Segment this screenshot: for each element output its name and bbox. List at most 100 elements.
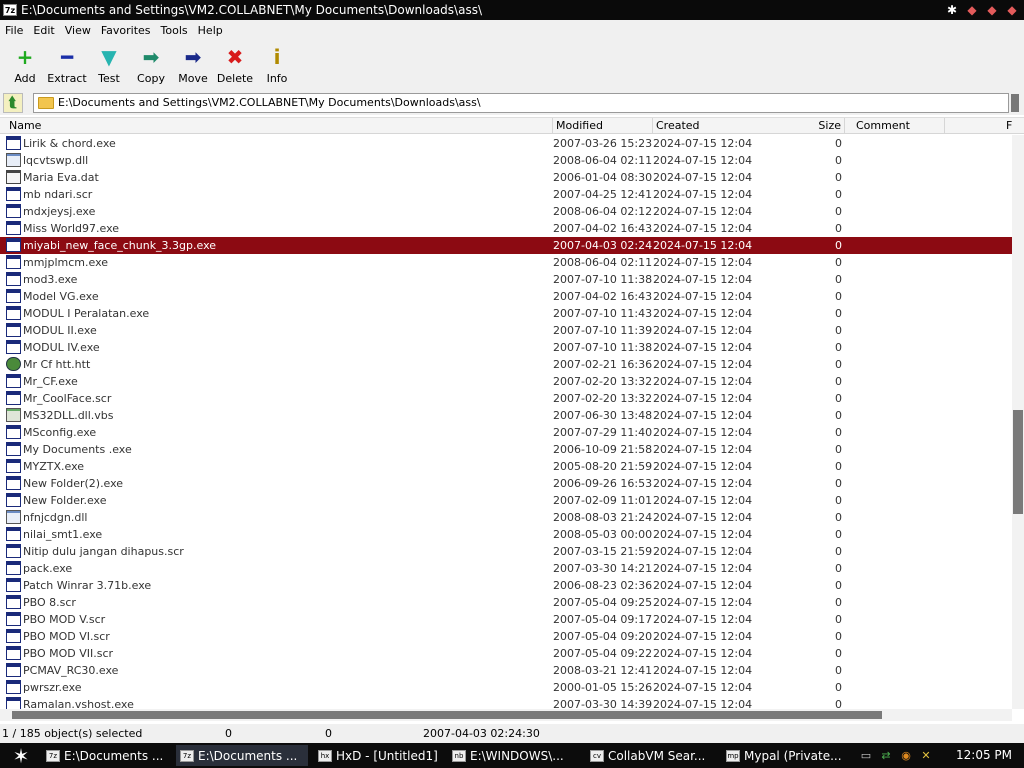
file-row[interactable]: nfnjcdgn.dll 2008-08-03 21:24 2024-07-15 1… [0,509,1012,526]
status-size-packed: 0 [325,727,332,740]
file-modified: 2008-06-04 02:11 [553,154,653,167]
file-created: 2024-07-15 12:04 [653,426,753,439]
toolbar-label: Extract [47,72,87,85]
file-row[interactable]: MS32DLL.dll.vbs 2007-06-30 13:48 2024-07-1… [0,407,1012,424]
exe-file-icon [6,544,21,558]
file-row[interactable]: PCMAV_RC30.exe 2008-03-21 12:41 2024-07-15… [0,662,1012,679]
file-row[interactable]: Mr Cf htt.htt 2007-02-21 16:36 2024-07-15 … [0,356,1012,373]
taskbar-button[interactable]: nb E:\WINDOWS\... [448,745,582,766]
file-row[interactable]: lqcvtswp.dll 2008-06-04 02:11 2024-07-15 1… [0,152,1012,169]
exe-file-icon [6,595,21,609]
menu-file[interactable]: File [0,24,28,37]
horizontal-scrollbar[interactable] [0,709,1012,721]
column-extra[interactable]: F [1003,118,1023,134]
taskbar-button[interactable]: 7z E:\Documents ... [42,745,172,766]
file-row[interactable]: Miss World97.exe 2007-04-02 16:43 2024-07-… [0,220,1012,237]
menu-bar: File Edit View Favorites Tools Help [0,20,1024,40]
maximize-button[interactable]: ◆ [984,3,1000,17]
add-button[interactable]: + Add [4,40,46,88]
file-row[interactable]: MSconfig.exe 2007-07-29 11:40 2024-07-15 1… [0,424,1012,441]
up-folder-button[interactable]: ⮬ [3,92,23,113]
start-button[interactable]: ✶ [0,743,42,768]
file-name: lqcvtswp.dll [23,154,89,167]
column-modified[interactable]: Modified [553,118,653,134]
file-row[interactable]: MODUL IV.exe 2007-07-10 11:38 2024-07-15 1… [0,339,1012,356]
dll-file-icon [6,153,21,167]
file-size: 0 [835,426,842,439]
taskbar-button[interactable]: mp Mypal (Private... [722,745,854,766]
exe-file-icon [6,493,21,507]
file-created: 2024-07-15 12:04 [653,630,753,643]
file-row[interactable]: mmjplmcm.exe 2008-06-04 02:11 2024-07-15 1… [0,254,1012,271]
column-comment[interactable]: Comment [853,118,945,134]
check-arrow-icon: ▼ [101,45,117,69]
network-icon[interactable]: ⇄ [878,748,894,764]
address-field[interactable]: E:\Documents and Settings\VM2.COLLABNET\… [33,92,1009,113]
move-button[interactable]: ➡ Move [172,40,214,88]
extract-button[interactable]: ━ Extract [46,40,88,88]
menu-tools[interactable]: Tools [156,24,193,37]
file-row[interactable]: Mr_CF.exe 2007-02-20 13:32 2024-07-15 12:0… [0,373,1012,390]
file-modified: 2007-05-04 09:17 [553,613,653,626]
keyboard-icon[interactable]: ▭ [858,748,874,764]
column-size[interactable]: Size [780,118,845,134]
file-row[interactable]: My Documents .exe 2006-10-09 21:58 2024-07… [0,441,1012,458]
minimize-button[interactable]: ◆ [964,3,980,17]
file-row[interactable]: Mr_CoolFace.scr 2007-02-20 13:32 2024-07-1… [0,390,1012,407]
test-button[interactable]: ▼ Test [88,40,130,88]
file-size: 0 [835,188,842,201]
file-row[interactable]: MYZTX.exe 2005-08-20 21:59 2024-07-15 12:0… [0,458,1012,475]
file-modified: 2007-03-30 14:39 [553,698,653,709]
file-row[interactable]: mod3.exe 2007-07-10 11:38 2024-07-15 12:04… [0,271,1012,288]
address-dropdown[interactable] [1011,93,1019,112]
file-name: Model VG.exe [23,290,99,303]
file-row[interactable]: Nitip dulu jangan dihapus.scr 2007-03-15 … [0,543,1012,560]
close-button[interactable]: ◆ [1004,3,1020,17]
taskbar-button[interactable]: hx HxD - [Untitled1] [314,745,444,766]
file-size: 0 [835,239,842,252]
file-row[interactable]: MODUL I Peralatan.exe 2007-07-10 11:43 202… [0,305,1012,322]
file-row[interactable]: Ramalan.vshost.exe 2007-03-30 14:39 2024-0… [0,696,1012,709]
browser-tray-icon[interactable]: ◉ [898,748,914,764]
taskbar: ✶ 7z E:\Documents ... 7z E:\Documents ... hx… [0,743,1024,768]
taskbar-button[interactable]: cv CollabVM Sear... [586,745,718,766]
file-row[interactable]: Lirik & chord.exe 2007-03-26 15:23 2024-07… [0,135,1012,152]
task-label: E:\WINDOWS\... [470,748,564,763]
exe-file-icon [6,425,21,439]
file-row[interactable]: PBO MOD VII.scr 2007-05-04 09:22 2024-07-1… [0,645,1012,662]
xampp-icon[interactable]: ✕ [918,748,934,764]
file-row[interactable]: Model VG.exe 2007-04-02 16:43 2024-07-15 1… [0,288,1012,305]
file-row[interactable]: Patch Winrar 3.71b.exe 2006-08-23 02:36 20… [0,577,1012,594]
file-created: 2024-07-15 12:04 [653,545,753,558]
file-row[interactable]: New Folder(2).exe 2006-09-26 16:53 2024-07… [0,475,1012,492]
file-row[interactable]: PBO MOD V.scr 2007-05-04 09:17 2024-07-15 … [0,611,1012,628]
file-row[interactable]: New Folder.exe 2007-02-09 11:01 2024-07-15… [0,492,1012,509]
file-row[interactable]: PBO 8.scr 2007-05-04 09:25 2024-07-15 12:0… [0,594,1012,611]
column-name[interactable]: Name [6,118,553,134]
menu-favorites[interactable]: Favorites [96,24,156,37]
file-row[interactable]: miyabi_new_face_chunk_3.3gp.exe 2007-04-0… [0,237,1012,254]
file-row[interactable]: MODUL II.exe 2007-07-10 11:39 2024-07-15 1… [0,322,1012,339]
menu-view[interactable]: View [60,24,96,37]
file-created: 2024-07-15 12:04 [653,290,753,303]
info-button[interactable]: i Info [256,40,298,88]
horizontal-scroll-thumb[interactable] [12,711,882,719]
vertical-scroll-thumb[interactable] [1013,410,1023,514]
copy-button[interactable]: ➡ Copy [130,40,172,88]
file-row[interactable]: pack.exe 2007-03-30 14:21 2024-07-15 12:04… [0,560,1012,577]
file-row[interactable]: mdxjeysj.exe 2008-06-04 02:12 2024-07-15 1… [0,203,1012,220]
file-row[interactable]: mb ndari.scr 2007-04-25 12:41 2024-07-15 1… [0,186,1012,203]
file-row[interactable]: Maria Eva.dat 2006-01-04 08:30 2024-07-15 … [0,169,1012,186]
file-row[interactable]: nilai_smt1.exe 2008-05-03 00:00 2024-07-15… [0,526,1012,543]
taskbar-button[interactable]: 7z E:\Documents ... [176,745,308,766]
pin-icon[interactable]: ✱ [944,3,960,17]
delete-button[interactable]: ✖ Delete [214,40,256,88]
vertical-scrollbar[interactable] [1012,135,1024,709]
menu-edit[interactable]: Edit [28,24,59,37]
file-row[interactable]: pwrszr.exe 2000-01-05 15:26 2024-07-15 12:… [0,679,1012,696]
exe-file-icon [6,323,21,337]
file-created: 2024-07-15 12:04 [653,256,753,269]
menu-help[interactable]: Help [193,24,228,37]
file-row[interactable]: PBO MOD VI.scr 2007-05-04 09:20 2024-07-15… [0,628,1012,645]
file-created: 2024-07-15 12:04 [653,613,753,626]
